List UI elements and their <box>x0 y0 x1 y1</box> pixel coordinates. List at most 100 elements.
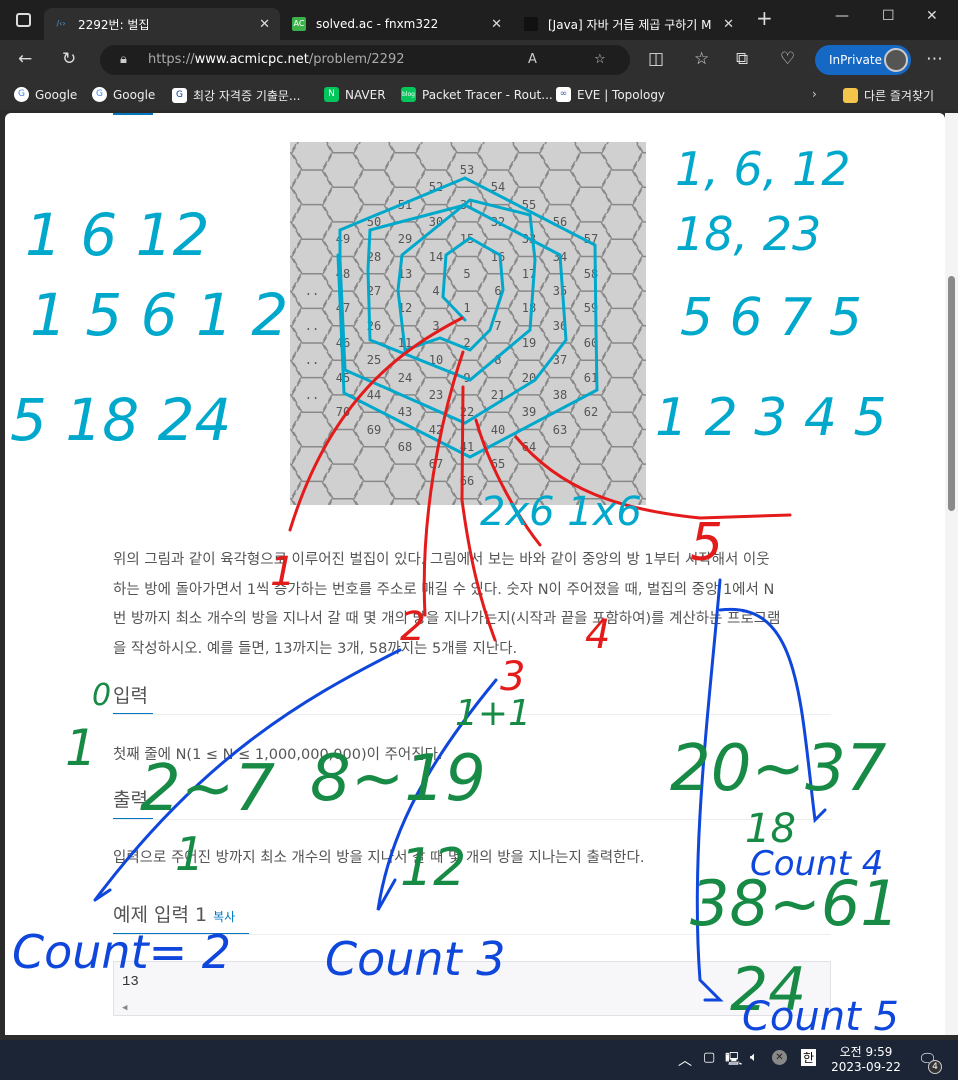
hex-cell-number: 28 <box>366 249 382 264</box>
favorite-star-icon[interactable]: ☆ <box>594 45 606 75</box>
new-tab-button[interactable]: + <box>756 6 773 30</box>
hex-cell-number: 39 <box>521 405 537 420</box>
hex-cell-number: 31 <box>459 197 475 212</box>
hex-cell-number: 57 <box>583 232 599 247</box>
bookmark-google[interactable]: G Google <box>14 87 77 102</box>
hex-cell-number: 44 <box>366 387 382 402</box>
maximize-button[interactable]: ☐ <box>882 8 895 24</box>
close-tab-icon[interactable]: ✕ <box>723 17 734 32</box>
solvedac-icon: AC <box>292 17 306 31</box>
ime-indicator[interactable]: 한 <box>801 1049 817 1066</box>
hex-cell-number: 15 <box>459 232 475 247</box>
hex-cell-number: 7 <box>494 318 502 333</box>
hex-cell-number: 68 <box>397 439 413 454</box>
notification-count: 4 <box>928 1060 942 1074</box>
copy-link[interactable]: 복사 <box>213 910 235 924</box>
hex-cell-number: 37 <box>552 353 568 368</box>
scroll-left-icon[interactable]: ◀ <box>122 1003 127 1013</box>
close-tab-icon[interactable]: ✕ <box>491 17 502 32</box>
hex-cell-number: 38 <box>552 387 568 402</box>
hex-cell-number: 25 <box>366 353 382 368</box>
hex-cell-number: 21 <box>490 387 506 402</box>
hex-cell-number: 60 <box>583 336 599 350</box>
hex-cell-number: 5 <box>463 266 471 281</box>
hex-cell-number: 53 <box>459 163 475 177</box>
hex-cell-number: 6 <box>494 284 502 299</box>
tab-java[interactable]: [Java] 자바 거듭 제곱 구하기 M ✕ <box>514 8 744 40</box>
hex-cell-number: 20 <box>521 370 537 385</box>
hex-cell-number: 65 <box>490 457 506 472</box>
url-prefix: https:// <box>148 52 195 67</box>
problem-description: 위의 그림과 같이 육각형으로 이루어진 벌집이 있다. 그림에서 보는 바와 … <box>113 546 843 664</box>
refresh-button[interactable]: ↻ <box>62 49 76 69</box>
hex-cell-number: .. <box>304 284 320 299</box>
hex-cell-number: 49 <box>335 232 351 247</box>
split-screen-icon[interactable]: ◫ <box>648 49 664 69</box>
minimize-button[interactable]: — <box>835 8 849 24</box>
lock-icon: 🔒︎ <box>120 52 127 67</box>
hex-cell-number: 9 <box>463 370 471 385</box>
tab-title: solved.ac - fnxm322 <box>316 17 439 31</box>
hex-cell-number: 43 <box>397 405 413 420</box>
hex-cell-number: 23 <box>428 387 444 402</box>
sample-input-value: 13 <box>122 974 139 990</box>
hex-cell-number: 24 <box>397 370 413 385</box>
hex-cell-number: 32 <box>490 214 506 229</box>
description-line: 을 작성하시오. 예를 들면, 13까지는 3개, 58까지는 5개를 지난다. <box>113 640 518 657</box>
url-path: /problem/2292 <box>308 52 405 67</box>
eve-icon: ∞ <box>556 87 571 102</box>
hex-cell-number: 14 <box>428 249 444 264</box>
tab-underline <box>113 113 153 115</box>
more-menu-icon[interactable]: ⋯ <box>926 49 943 69</box>
hex-cell-number: 63 <box>552 422 568 437</box>
hex-cell-number: .. <box>304 318 320 333</box>
close-window-button[interactable]: ✕ <box>926 8 938 24</box>
hex-cell-number: 64 <box>521 439 537 454</box>
bookmark-eve[interactable]: ∞ EVE | Topology <box>556 87 665 102</box>
volume-muted-icon[interactable]: 🔈︎ <box>750 1050 758 1065</box>
time: 오전 9:59 <box>839 1045 893 1059</box>
hex-cell-number: 34 <box>552 249 568 264</box>
hex-cell-number: 61 <box>583 370 599 385</box>
tab-2292[interactable]: /‹› 2292번: 벌집 ✕ <box>44 8 280 40</box>
avatar <box>884 48 908 72</box>
health-icon[interactable]: ♡ <box>780 49 795 69</box>
hex-cell-number: 11 <box>397 336 413 350</box>
read-aloud-icon[interactable]: A <box>528 45 537 75</box>
tab-actions-icon[interactable] <box>16 13 31 27</box>
tab-solvedac[interactable]: AC solved.ac - fnxm322 ✕ <box>282 8 512 40</box>
hex-cell-number: 69 <box>366 422 382 437</box>
hex-cell-number: 35 <box>552 284 568 299</box>
back-button[interactable]: ← <box>18 49 32 69</box>
problem-page: 53 52 54 51 31 55 50 30 32 56 49 29 15 33 57 28 14 16 34 48… <box>5 113 945 1035</box>
error-icon[interactable]: ✕ <box>772 1050 787 1065</box>
hex-cell-number: 19 <box>521 336 537 350</box>
description-line: 위의 그림과 같이 육각형으로 이루어진 벌집이 있다. 그림에서 보는 바와 … <box>113 552 770 568</box>
bookmarks-overflow-icon[interactable]: › <box>812 87 817 101</box>
bookmark-packet-tracer[interactable]: blog Packet Tracer - Rout... <box>401 87 553 102</box>
hex-cell-number: 48 <box>335 266 351 281</box>
hex-cell-number: 30 <box>428 214 444 229</box>
blog-icon: blog <box>401 87 416 102</box>
other-favorites[interactable]: 다른 즐겨찾기 <box>843 87 934 104</box>
favorites-icon[interactable]: ☆ <box>694 49 709 69</box>
sample-heading-text: 예제 입력 1 <box>113 904 208 926</box>
clock[interactable]: 오전 9:59 2023-09-22 <box>830 1043 902 1074</box>
close-tab-icon[interactable]: ✕ <box>259 17 270 32</box>
inprivate-button[interactable]: InPrivate <box>815 45 911 75</box>
sample-input-box[interactable]: 13 ◀ <box>113 961 831 1016</box>
show-hidden-icons[interactable]: ︿ <box>678 1050 692 1070</box>
hex-cell-number: 29 <box>397 232 413 247</box>
bookmark-gsc[interactable]: G 최강 자격증 기출문... <box>172 87 300 104</box>
camera-icon[interactable]: ▢ <box>703 1050 715 1065</box>
page-scrollbar[interactable] <box>945 113 958 1035</box>
hex-cell-number: 16 <box>490 249 506 264</box>
network-icon[interactable]: 🖳︎ <box>725 1050 742 1072</box>
bookmark-google-2[interactable]: G Google <box>92 87 155 102</box>
bookmark-naver[interactable]: N NAVER <box>324 87 386 102</box>
scrollbar-thumb[interactable] <box>948 276 955 511</box>
hex-cell-number: 59 <box>583 301 599 316</box>
collections-icon[interactable]: ⧉ <box>736 49 748 69</box>
taskbar: ︿ ▢ 🖳︎ 🔈︎ ✕ 한 오전 9:59 2023-09-22 🗨︎ 4 <box>0 1040 958 1080</box>
address-bar[interactable]: 🔒︎ https://www.acmicpc.net/problem/2292 … <box>100 45 630 75</box>
